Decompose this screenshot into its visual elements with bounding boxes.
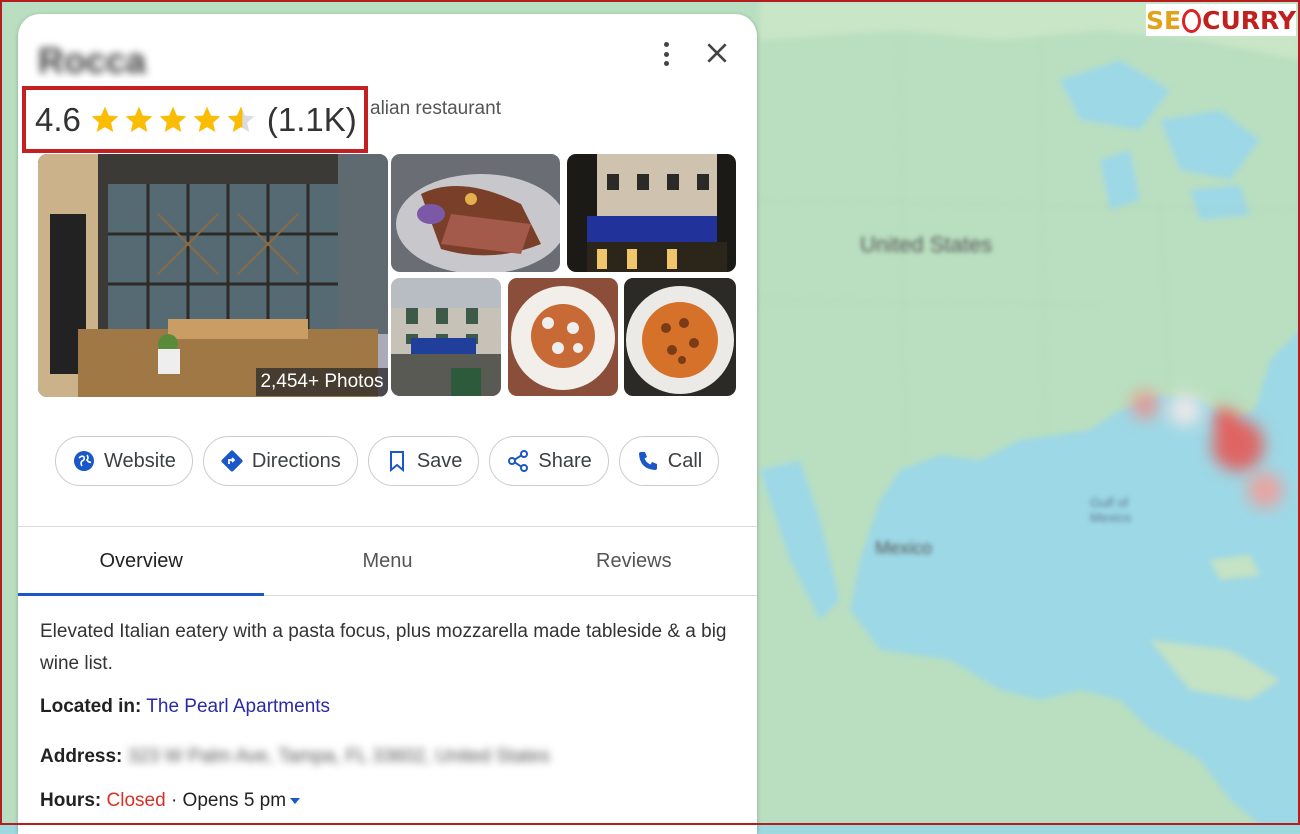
share-label: Share [538,449,592,472]
more-options-icon[interactable] [656,40,676,68]
website-label: Website [104,449,176,472]
place-description: Elevated Italian eatery with a pasta foc… [40,621,727,674]
save-label: Save [416,449,463,472]
star-icon [91,106,119,132]
directions-icon [221,450,243,472]
share-button[interactable]: Share [489,436,609,486]
building-night-image [567,154,736,272]
star-icon [125,106,153,132]
logo-text-part1: SE [1146,5,1182,35]
logo-circle-icon [1182,9,1202,33]
main-photo[interactable]: 2,454+ Photos [38,154,388,397]
action-buttons: Website Directions Save Share Call [55,436,720,486]
tab-bar: Overview Menu Reviews [18,527,757,596]
place-category: alian restaurant [370,98,501,119]
place-name: Rocca [38,40,147,81]
tab-reviews[interactable]: Reviews [511,527,757,595]
directions-button[interactable]: Directions [202,436,358,486]
hours-detail: · Opens 5 pm [170,790,287,811]
interior-photo-image [38,154,388,397]
star-icon [193,106,221,132]
half-star-icon [227,106,255,132]
hours-status: Closed [106,790,166,811]
chevron-down-icon[interactable] [290,797,301,804]
photos-count-badge[interactable]: 2,454+ Photos [256,368,388,396]
tab-menu[interactable]: Menu [264,527,510,595]
food-photo-3[interactable] [624,278,736,396]
address-value[interactable]: 323 W Palm Ave, Tampa, FL 33602, United … [128,746,550,767]
phone-icon [638,452,657,470]
food-photo-1[interactable] [391,154,560,272]
hours-label: Hours: [40,790,102,811]
seo-curry-logo: SE CURRY [1146,4,1296,36]
logo-text-part2: CURRY [1202,5,1296,35]
website-button[interactable]: Website [55,436,193,486]
call-label: Call [667,449,703,472]
bookmark-icon [389,451,404,473]
map-label-gulf: Gulf of Mexico [1090,495,1132,525]
building-photo-1[interactable] [567,154,736,272]
located-in-label: Located in: [40,696,142,717]
tab-overview[interactable]: Overview [18,527,265,596]
address-label: Address: [40,746,123,767]
address-row: Address: 323 W Palm Ave, Tampa, FL 33602… [40,746,550,768]
rating-highlight-box: 4.6 (1.1K) [22,86,368,153]
star-rating [89,104,257,136]
rigatoni-plate-image [624,278,736,396]
star-icon [159,106,187,132]
save-button[interactable]: Save [367,436,480,486]
pasta-plate-image [508,278,618,396]
hours-row[interactable]: Hours: Closed · Opens 5 pm [40,790,301,812]
rating-value: 4.6 [35,100,81,138]
steak-photo-image [391,154,560,272]
call-button[interactable]: Call [618,436,720,486]
review-count[interactable]: (1.1K) [267,101,357,139]
located-in-row: Located in: The Pearl Apartments [40,696,330,718]
map-label-mexico: Mexico [875,538,933,558]
building-day-image [391,278,501,396]
directions-label: Directions [251,449,341,472]
globe-icon [74,451,94,471]
close-icon[interactable] [704,40,730,66]
map-label-country: United States [860,232,993,257]
located-in-link[interactable]: The Pearl Apartments [146,696,330,717]
food-photo-2[interactable] [508,278,618,396]
building-photo-2[interactable] [391,278,501,396]
share-icon [508,450,529,472]
